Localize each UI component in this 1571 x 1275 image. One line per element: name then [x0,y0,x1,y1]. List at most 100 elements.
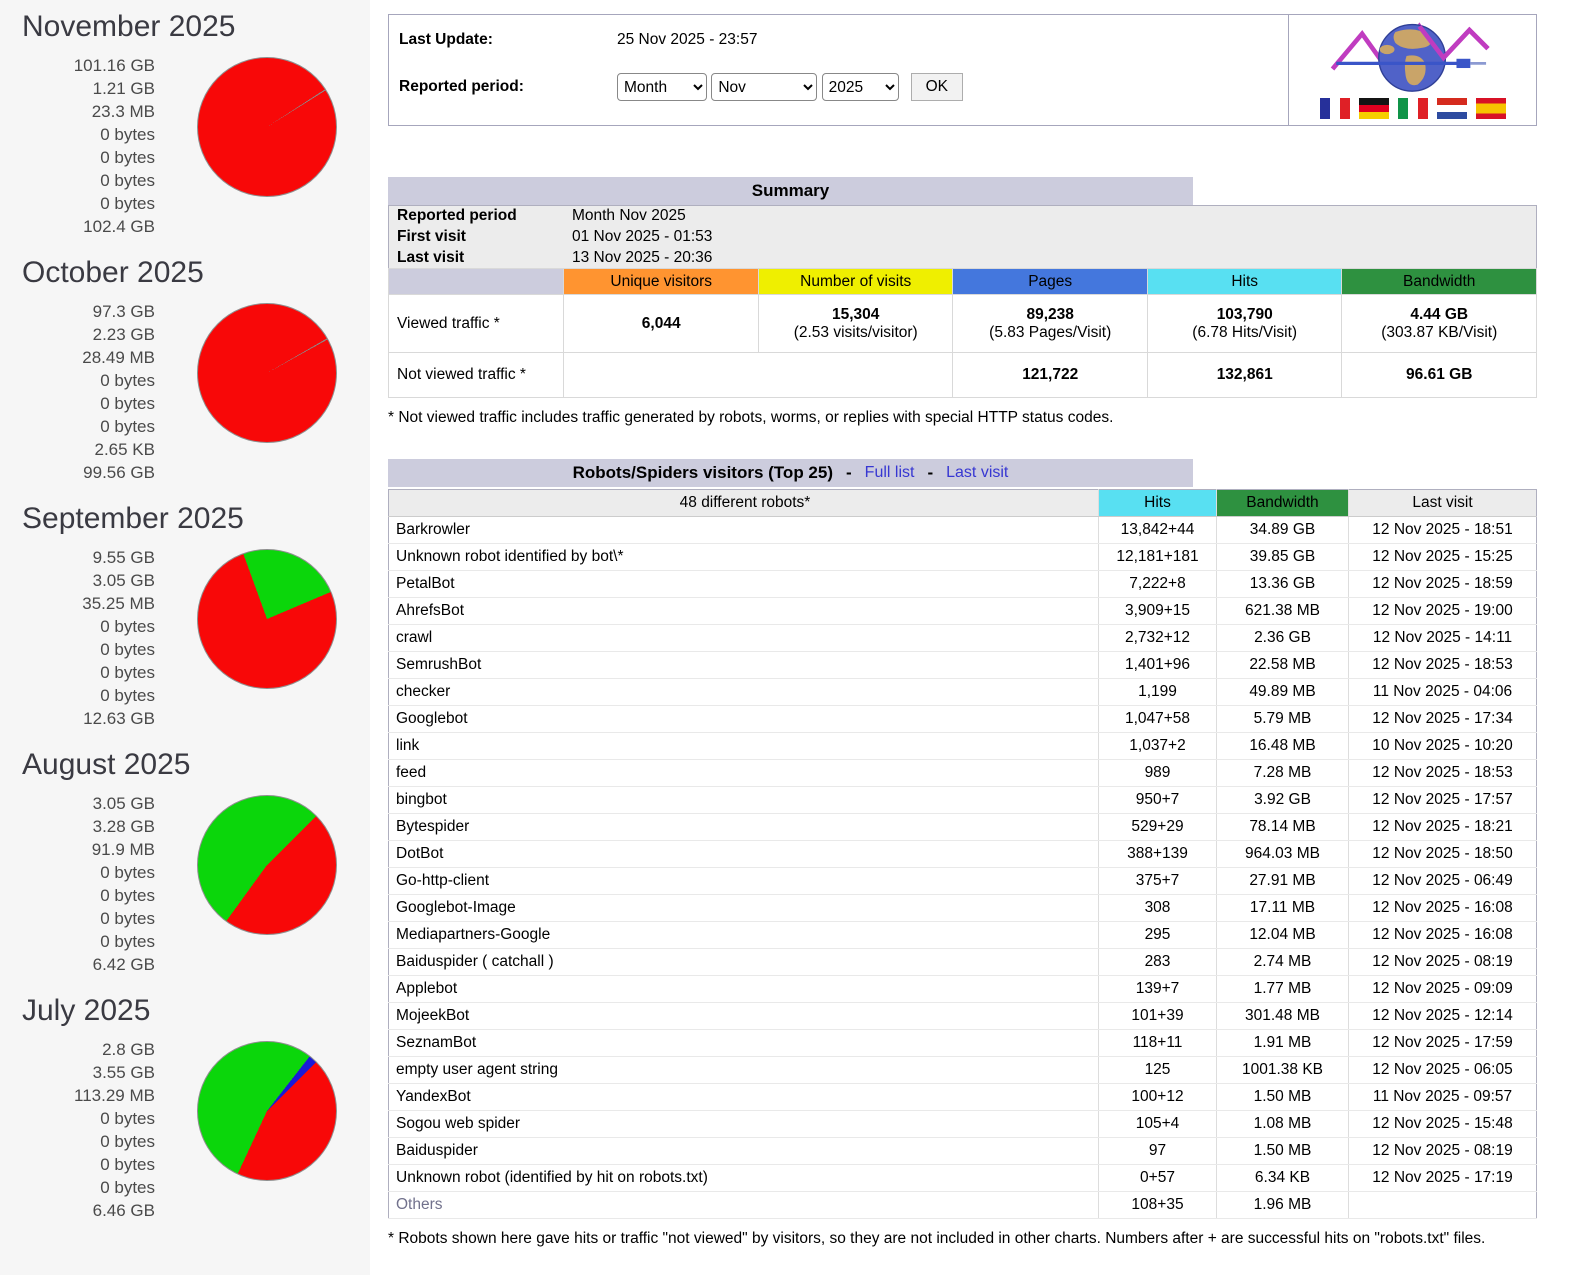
month-value: 0 bytes [0,415,155,438]
month-value: 2.8 GB [0,1038,155,1061]
robot-row: Others108+351.96 MB [389,1192,1537,1219]
summary-info-value: Month Nov 2025 [564,206,1537,227]
robots-table: 48 different robots* Hits Bandwidth Last… [388,489,1537,1219]
summary-title: Summary [752,177,829,205]
not-viewed-empty-cell [564,353,953,398]
month-value: 0 bytes [0,192,155,215]
month-pie-chart [197,57,337,197]
robot-name: AhrefsBot [389,598,1099,625]
month-value: 9.55 GB [0,546,155,569]
viewed-pages-sub: (5.83 Pages/Visit) [953,324,1147,342]
robot-bandwidth: 1.91 MB [1217,1030,1349,1057]
robot-row: Sogou web spider105+41.08 MB12 Nov 2025 … [389,1111,1537,1138]
robot-last-visit: 12 Nov 2025 - 17:19 [1349,1165,1537,1192]
robot-row: Unknown robot (identified by hit on robo… [389,1165,1537,1192]
robot-hits: 139+7 [1099,976,1217,1003]
robot-hits: 375+7 [1099,868,1217,895]
month-value: 0 bytes [0,884,155,907]
period-month-select[interactable]: Nov [711,73,817,101]
month-values: 9.55 GB3.05 GB35.25 MB0 bytes0 bytes0 by… [0,546,155,730]
not-viewed-traffic-label: Not viewed traffic * [389,353,564,398]
month-title: August 2025 [22,746,370,784]
flag-es-icon[interactable] [1476,98,1506,119]
robot-last-visit: 12 Nov 2025 - 18:53 [1349,652,1537,679]
robot-name: Unknown robot (identified by hit on robo… [389,1165,1099,1192]
robot-name: Unknown robot identified by bot\* [389,544,1099,571]
main-content: Last Update: 25 Nov 2025 - 23:57 Reporte… [370,0,1571,1275]
robot-last-visit: 11 Nov 2025 - 04:06 [1349,679,1537,706]
month-value: 0 bytes [0,169,155,192]
last-visit-link[interactable]: Last visit [946,459,1008,487]
robot-name: crawl [389,625,1099,652]
robot-name: Others [389,1192,1099,1219]
month-block: September 2025 9.55 GB3.05 GB35.25 MB0 by… [0,500,370,730]
robot-name: Baiduspider [389,1138,1099,1165]
robot-last-visit: 12 Nov 2025 - 17:59 [1349,1030,1537,1057]
flag-de-icon[interactable] [1359,98,1389,119]
col-header-bandwidth: Bandwidth [1342,269,1537,295]
flag-nl-icon[interactable] [1437,98,1467,119]
robot-bandwidth: 2.36 GB [1217,625,1349,652]
robot-hits: 125 [1099,1057,1217,1084]
robot-bandwidth: 621.38 MB [1217,598,1349,625]
full-list-link[interactable]: Full list [865,459,915,487]
flag-fr-icon[interactable] [1320,98,1350,119]
robot-row: link1,037+216.48 MB10 Nov 2025 - 10:20 [389,733,1537,760]
month-value: 3.28 GB [0,815,155,838]
month-pie-chart [197,795,337,935]
robot-name: Googlebot-Image [389,895,1099,922]
month-value: 99.56 GB [0,461,155,484]
robot-name: Go-http-client [389,868,1099,895]
period-year-select[interactable]: 2025 [822,73,899,101]
robot-name: MojeekBot [389,1003,1099,1030]
month-value: 3.05 GB [0,792,155,815]
robot-name: YandexBot [389,1084,1099,1111]
month-value: 0 bytes [0,1107,155,1130]
robot-name: DotBot [389,841,1099,868]
robot-hits: 2,732+12 [1099,625,1217,652]
month-value: 0 bytes [0,861,155,884]
month-value: 0 bytes [0,392,155,415]
robot-hits: 13,842+44 [1099,517,1217,544]
month-block: July 20252.8 GB3.55 GB113.29 MB0 bytes0 … [0,992,370,1222]
robot-row: empty user agent string1251001.38 KB12 N… [389,1057,1537,1084]
robots-title: Robots/Spiders visitors (Top 25) [573,459,833,487]
robot-last-visit: 12 Nov 2025 - 18:21 [1349,814,1537,841]
robot-last-visit [1349,1192,1537,1219]
robot-bandwidth: 5.79 MB [1217,706,1349,733]
robot-last-visit: 12 Nov 2025 - 18:53 [1349,760,1537,787]
robot-hits: 105+4 [1099,1111,1217,1138]
robot-row: Unknown robot identified by bot\*12,181+… [389,544,1537,571]
robot-name: Mediapartners-Google [389,922,1099,949]
robot-last-visit: 12 Nov 2025 - 17:34 [1349,706,1537,733]
flag-it-icon[interactable] [1398,98,1428,119]
robot-name: Applebot [389,976,1099,1003]
month-block: November 2025101.16 GB1.21 GB23.3 MB0 by… [0,8,370,238]
month-values: 97.3 GB2.23 GB28.49 MB0 bytes0 bytes0 by… [0,300,155,484]
period-type-select[interactable]: Month [617,73,707,101]
robot-bandwidth: 16.48 MB [1217,733,1349,760]
robot-bandwidth: 1001.38 KB [1217,1057,1349,1084]
report-header: Last Update: 25 Nov 2025 - 23:57 Reporte… [388,14,1537,126]
month-value: 35.25 MB [0,592,155,615]
summary-info-label: Reported period [389,206,564,227]
viewed-visits-sub: (2.53 visits/visitor) [759,324,953,342]
robot-row: Barkrowler13,842+4434.89 GB12 Nov 2025 -… [389,517,1537,544]
robot-hits: 1,047+58 [1099,706,1217,733]
month-title: September 2025 [22,500,370,538]
month-value: 0 bytes [0,123,155,146]
robot-name: Sogou web spider [389,1111,1099,1138]
robot-hits: 101+39 [1099,1003,1217,1030]
month-value: 101.16 GB [0,54,155,77]
viewed-pages: 89,238 [953,306,1147,324]
month-pie-chart [197,303,337,443]
robot-last-visit: 12 Nov 2025 - 18:50 [1349,841,1537,868]
robot-last-visit: 12 Nov 2025 - 09:09 [1349,976,1537,1003]
robot-bandwidth: 27.91 MB [1217,868,1349,895]
ok-button[interactable]: OK [911,73,963,101]
robot-row: bingbot950+73.92 GB12 Nov 2025 - 17:57 [389,787,1537,814]
month-value: 6.42 GB [0,953,155,976]
robot-row: Baiduspider971.50 MB12 Nov 2025 - 08:19 [389,1138,1537,1165]
robot-bandwidth: 49.89 MB [1217,679,1349,706]
robots-col-hits: Hits [1099,490,1217,517]
